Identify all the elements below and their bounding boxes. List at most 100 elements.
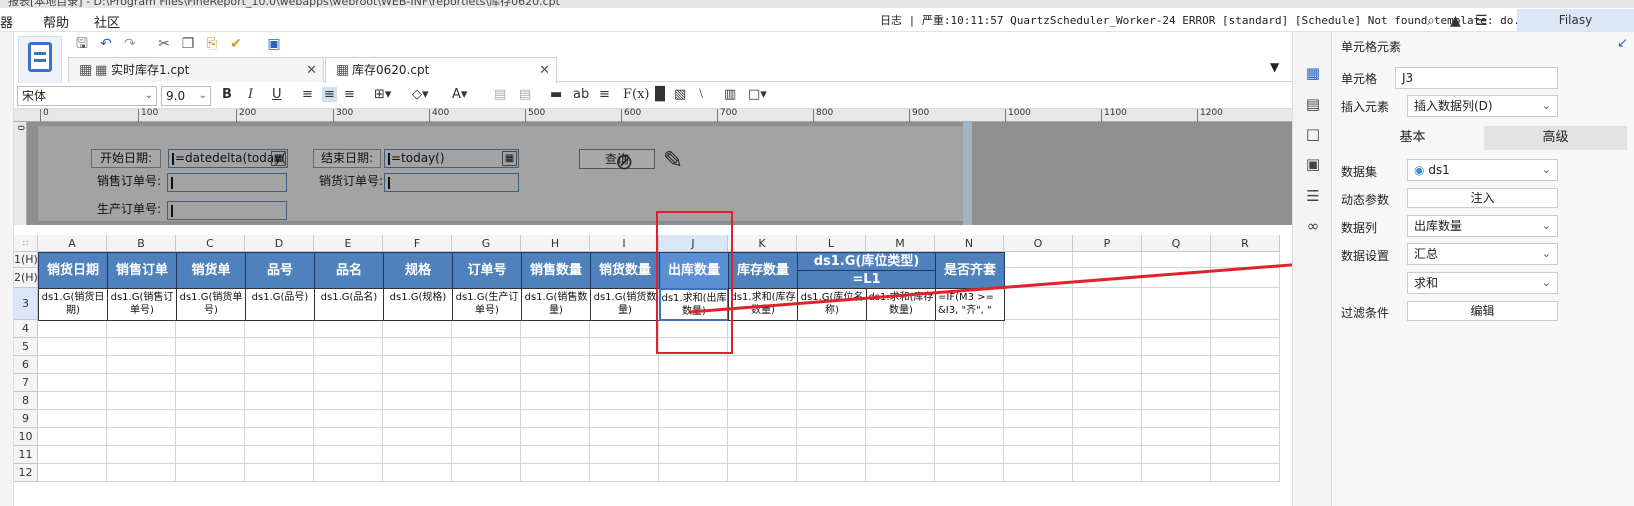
grid-cell[interactable] <box>935 428 1004 446</box>
select-all-corner[interactable]: ∷ <box>14 235 38 252</box>
grid-cell[interactable] <box>1211 446 1280 464</box>
user-account[interactable]: Filasy <box>1517 9 1634 31</box>
grid-cell[interactable] <box>521 428 590 446</box>
grid-cell[interactable] <box>1211 338 1280 356</box>
location-type-formula[interactable]: =L1 <box>797 270 936 289</box>
header-cell[interactable]: 品号 <box>245 252 315 289</box>
save-icon[interactable]: 🖫 <box>72 35 92 53</box>
grid-cell[interactable] <box>797 374 866 392</box>
grid-cell[interactable] <box>1073 268 1142 288</box>
grid-cell[interactable] <box>1004 356 1073 374</box>
row-header[interactable]: 9 <box>14 410 38 428</box>
font-color-icon[interactable]: A▾ <box>452 87 467 102</box>
grid-cell[interactable] <box>935 374 1004 392</box>
grid-cell[interactable] <box>659 428 728 446</box>
grid-cell[interactable] <box>314 428 383 446</box>
grid-cell[interactable] <box>1211 268 1280 288</box>
image-icon[interactable]: ▧ <box>674 87 686 102</box>
data-cell[interactable]: ds1.G(销售订单号) <box>107 288 177 321</box>
row-header[interactable]: 3 <box>14 288 38 320</box>
menu-item-community[interactable]: 社区 <box>94 12 120 31</box>
column-header-c[interactable]: C <box>176 235 245 252</box>
grid-cell[interactable] <box>1142 446 1211 464</box>
align-center-icon[interactable]: ≡ <box>322 87 337 102</box>
start-date-input[interactable]: =datedelta(today(▦ <box>168 149 288 168</box>
grid-cell[interactable] <box>245 464 314 482</box>
grid-cell[interactable] <box>452 374 521 392</box>
data-setting-select[interactable]: 汇总 ⌄ <box>1407 243 1558 265</box>
data-cell[interactable]: ds1.求和(库存数量) <box>728 288 798 321</box>
grid-cell[interactable] <box>383 374 452 392</box>
grid-cell[interactable] <box>866 338 935 356</box>
grid-cell[interactable] <box>590 464 659 482</box>
align-left-icon[interactable]: ≡ <box>302 87 313 102</box>
grid-cell[interactable] <box>797 356 866 374</box>
grid-cell[interactable] <box>659 392 728 410</box>
grid-cell[interactable] <box>245 374 314 392</box>
template-icon[interactable] <box>18 36 62 84</box>
data-cell[interactable]: ds1.G(销货单号) <box>176 288 246 321</box>
column-header-m[interactable]: M <box>866 235 935 252</box>
grid-cell[interactable] <box>1211 356 1280 374</box>
header-cell[interactable]: 出库数量 <box>659 252 729 289</box>
grid-cell[interactable] <box>866 428 935 446</box>
grid-cell[interactable] <box>38 464 107 482</box>
column-header-r[interactable]: R <box>1211 235 1280 252</box>
header-cell[interactable]: 订单号 <box>452 252 522 289</box>
grid-cell[interactable] <box>383 464 452 482</box>
grid-cell[interactable] <box>590 374 659 392</box>
inject-button[interactable]: 注入 <box>1407 188 1558 208</box>
data-column-select[interactable]: 出库数量 ⌄ <box>1407 215 1558 237</box>
grid-cell[interactable] <box>659 356 728 374</box>
grid-cell[interactable] <box>176 410 245 428</box>
column-header-a[interactable]: A <box>38 235 107 252</box>
column-header-d[interactable]: D <box>245 235 314 252</box>
grid-cell[interactable] <box>107 464 176 482</box>
column-header-i[interactable]: I <box>590 235 659 252</box>
grid-cell[interactable] <box>452 392 521 410</box>
grid-cell[interactable] <box>1142 392 1211 410</box>
grid-cell[interactable] <box>728 428 797 446</box>
grid-cell[interactable] <box>383 320 452 338</box>
data-cell[interactable]: ds1.G(生产订单号) <box>452 288 522 321</box>
menu-item-tools[interactable]: 器 <box>0 12 13 31</box>
data-cell[interactable]: ds1.G(品名) <box>314 288 384 321</box>
grid-cell[interactable] <box>1142 374 1211 392</box>
grid-cell[interactable] <box>1142 320 1211 338</box>
grid-cell[interactable] <box>728 356 797 374</box>
grid-cell[interactable] <box>728 320 797 338</box>
grid-cell[interactable] <box>38 428 107 446</box>
grid-cell[interactable] <box>38 338 107 356</box>
grid-cell[interactable] <box>590 392 659 410</box>
copy-icon[interactable]: ❐ <box>178 35 198 53</box>
grid-cell[interactable] <box>383 410 452 428</box>
paragraph-icon[interactable]: ≡ <box>599 87 610 102</box>
grid-cell[interactable] <box>314 338 383 356</box>
grid-cell[interactable] <box>590 410 659 428</box>
menu-item-help[interactable]: 帮助 <box>43 12 69 31</box>
grid-cell[interactable] <box>176 428 245 446</box>
grid-cell[interactable] <box>107 320 176 338</box>
grid-cell[interactable] <box>1004 320 1073 338</box>
data-cell[interactable]: ds1.G(销售数量) <box>521 288 591 321</box>
grid-cell[interactable] <box>452 320 521 338</box>
bell-icon[interactable]: ▲ <box>1450 13 1461 29</box>
grid-cell[interactable] <box>1142 410 1211 428</box>
grid-cell[interactable] <box>797 446 866 464</box>
grid-cell[interactable] <box>107 410 176 428</box>
grid-cell[interactable] <box>452 338 521 356</box>
grid-cell[interactable] <box>590 320 659 338</box>
grid-cell[interactable] <box>521 338 590 356</box>
grid-cell[interactable] <box>245 392 314 410</box>
grid-cell[interactable] <box>521 356 590 374</box>
grid-cell[interactable] <box>797 338 866 356</box>
tab-basic[interactable]: 基本 <box>1341 126 1484 150</box>
grid-cell[interactable] <box>521 320 590 338</box>
chart-icon[interactable]: ▐▌ <box>650 87 670 102</box>
header-cell[interactable]: 规格 <box>383 252 453 289</box>
grid-cell[interactable] <box>935 356 1004 374</box>
row-header[interactable]: 2(H) <box>14 268 38 288</box>
grid-cell[interactable] <box>659 410 728 428</box>
grid-cell[interactable] <box>866 392 935 410</box>
italic-button[interactable]: I <box>248 87 253 102</box>
